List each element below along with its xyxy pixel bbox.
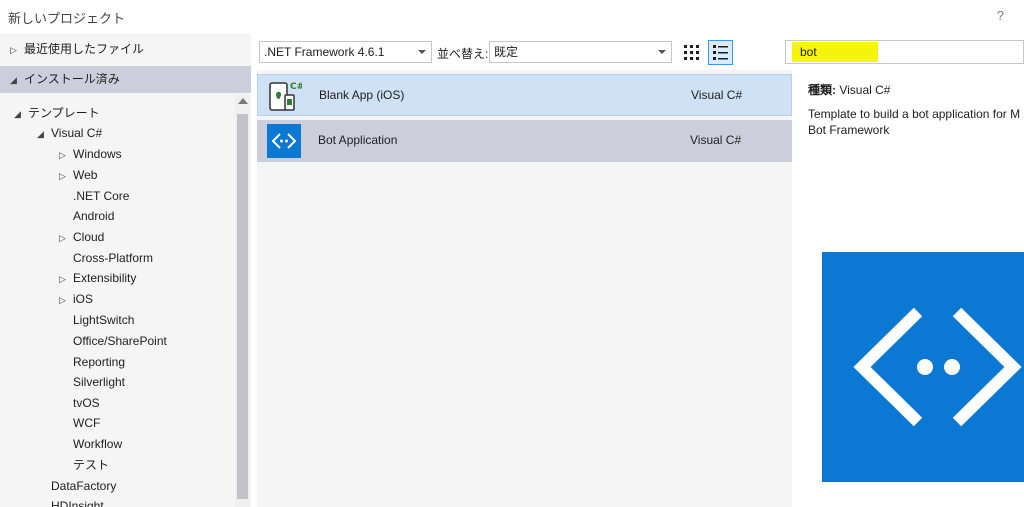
- chevron-down-icon: [658, 50, 666, 54]
- tree-node-net-core[interactable]: .NET Core: [73, 186, 129, 206]
- bot-application-preview: [822, 252, 1024, 482]
- tree-node-label: Windows: [73, 147, 122, 161]
- tree-node-label: Visual C#: [51, 126, 103, 140]
- tree-node-installed[interactable]: ◢ インストール済み: [10, 69, 120, 89]
- tree-scroll-thumb[interactable]: [237, 114, 248, 499]
- tree-node-templates[interactable]: ◢ テンプレート: [14, 103, 100, 123]
- collapse-arrow-icon[interactable]: ◢: [37, 124, 51, 144]
- framework-select-value: .NET Framework 4.6.1: [264, 45, 385, 59]
- collapse-arrow-icon[interactable]: ◢: [10, 70, 24, 90]
- tree-node-extensibility[interactable]: ▷ Extensibility: [59, 268, 136, 288]
- expand-arrow-icon[interactable]: ▷: [59, 290, 73, 310]
- tree-node-office-sharepoint[interactable]: Office/SharePoint: [73, 331, 167, 351]
- search-value: bot: [800, 45, 817, 59]
- description-line-2: Bot Framework: [808, 123, 890, 137]
- template-language: Visual C#: [690, 133, 742, 147]
- scroll-up-arrow-icon[interactable]: [238, 98, 248, 104]
- tree-node-label: Web: [73, 168, 98, 182]
- tree-node-label: iOS: [73, 292, 94, 306]
- tree-node-web[interactable]: ▷ Web: [59, 165, 97, 185]
- blank-app-ios-icon: C#: [269, 82, 302, 111]
- expand-arrow-icon[interactable]: ▷: [10, 40, 24, 60]
- kind-label: 種類:: [808, 83, 836, 97]
- tree-node-reporting[interactable]: Reporting: [73, 352, 125, 372]
- template-item-bot-application[interactable]: Bot Application Visual C#: [257, 120, 792, 162]
- help-button[interactable]: ?: [997, 8, 1004, 23]
- framework-select[interactable]: .NET Framework 4.6.1: [259, 41, 432, 63]
- tree-node-lightswitch[interactable]: LightSwitch: [73, 310, 134, 330]
- tree-node-android[interactable]: Android: [73, 206, 114, 226]
- chevron-down-icon: [418, 50, 426, 54]
- tree-node-label: テンプレート: [28, 106, 100, 120]
- tree-node-windows[interactable]: ▷ Windows: [59, 144, 122, 164]
- tree-node-ios[interactable]: ▷ iOS: [59, 289, 93, 309]
- tree-node-visual-csharp[interactable]: ◢ Visual C#: [37, 123, 102, 143]
- bot-application-large-icon: [853, 307, 1022, 427]
- list-view-button[interactable]: [708, 40, 733, 65]
- template-tree-panel: ▷ 最近使用したファイル ◢ インストール済み ◢ テンプレート ◢ Visual C#…: [0, 34, 251, 507]
- tree-node-label: Extensibility: [73, 271, 137, 285]
- title-bar: 新しいプロジェクト ?: [0, 0, 1024, 32]
- tree-node-wcf[interactable]: WCF: [73, 413, 100, 433]
- template-name: Blank App (iOS): [319, 88, 405, 102]
- tree-node-datafactory[interactable]: DataFactory: [51, 476, 116, 496]
- tree-node-label: インストール済み: [24, 72, 120, 86]
- collapse-arrow-icon[interactable]: ◢: [14, 104, 28, 124]
- expand-arrow-icon[interactable]: ▷: [59, 145, 73, 165]
- tree-node-tvos[interactable]: tvOS: [73, 393, 100, 413]
- small-icons-view-button[interactable]: [679, 40, 704, 65]
- template-description: Template to build a bot application for …: [808, 106, 1024, 138]
- bot-application-icon: [267, 124, 301, 158]
- expand-arrow-icon[interactable]: ▷: [59, 166, 73, 186]
- template-item-blank-app-ios[interactable]: C# Blank App (iOS) Visual C#: [257, 74, 792, 116]
- expand-arrow-icon[interactable]: ▷: [59, 228, 73, 248]
- tree-node-cloud[interactable]: ▷ Cloud: [59, 227, 104, 247]
- tree-node-silverlight[interactable]: Silverlight: [73, 372, 125, 392]
- tree-node-cross-platform[interactable]: Cross-Platform: [73, 248, 153, 268]
- tree-node-recent[interactable]: ▷ 最近使用したファイル: [10, 39, 144, 59]
- tree-node-label: 最近使用したファイル: [24, 42, 145, 56]
- sort-select[interactable]: 既定: [489, 41, 672, 63]
- csharp-badge: C#: [290, 82, 302, 92]
- expand-arrow-icon[interactable]: ▷: [59, 269, 73, 289]
- search-input[interactable]: bot: [785, 40, 1024, 64]
- kind-value: Visual C#: [839, 83, 891, 97]
- tree-node-test[interactable]: テスト: [73, 455, 109, 475]
- template-name: Bot Application: [318, 133, 398, 147]
- new-project-dialog: 新しいプロジェクト ? ▷ 最近使用したファイル ◢ インストール済み ◢ テンプレー…: [0, 0, 1024, 507]
- sort-label: 並べ替え:: [437, 47, 489, 61]
- tree-node-workflow[interactable]: Workflow: [73, 434, 122, 454]
- tree-node-label: Cloud: [73, 230, 105, 244]
- grid-view-icon: [684, 45, 699, 60]
- dialog-title: 新しいプロジェクト: [8, 11, 126, 26]
- template-list: C# Blank App (iOS) Visual C# Bot Applica…: [257, 70, 792, 507]
- description-line-1: Template to build a bot application for …: [808, 107, 1021, 121]
- tree-node-hdinsight[interactable]: HDInsight: [51, 496, 104, 507]
- sort-select-value: 既定: [494, 45, 519, 59]
- list-view-icon: [713, 45, 728, 60]
- template-kind: 種類: Visual C#: [808, 81, 890, 98]
- template-detail-panel: 種類: Visual C# Template to build a bot ap…: [795, 70, 1024, 507]
- template-language: Visual C#: [691, 88, 743, 102]
